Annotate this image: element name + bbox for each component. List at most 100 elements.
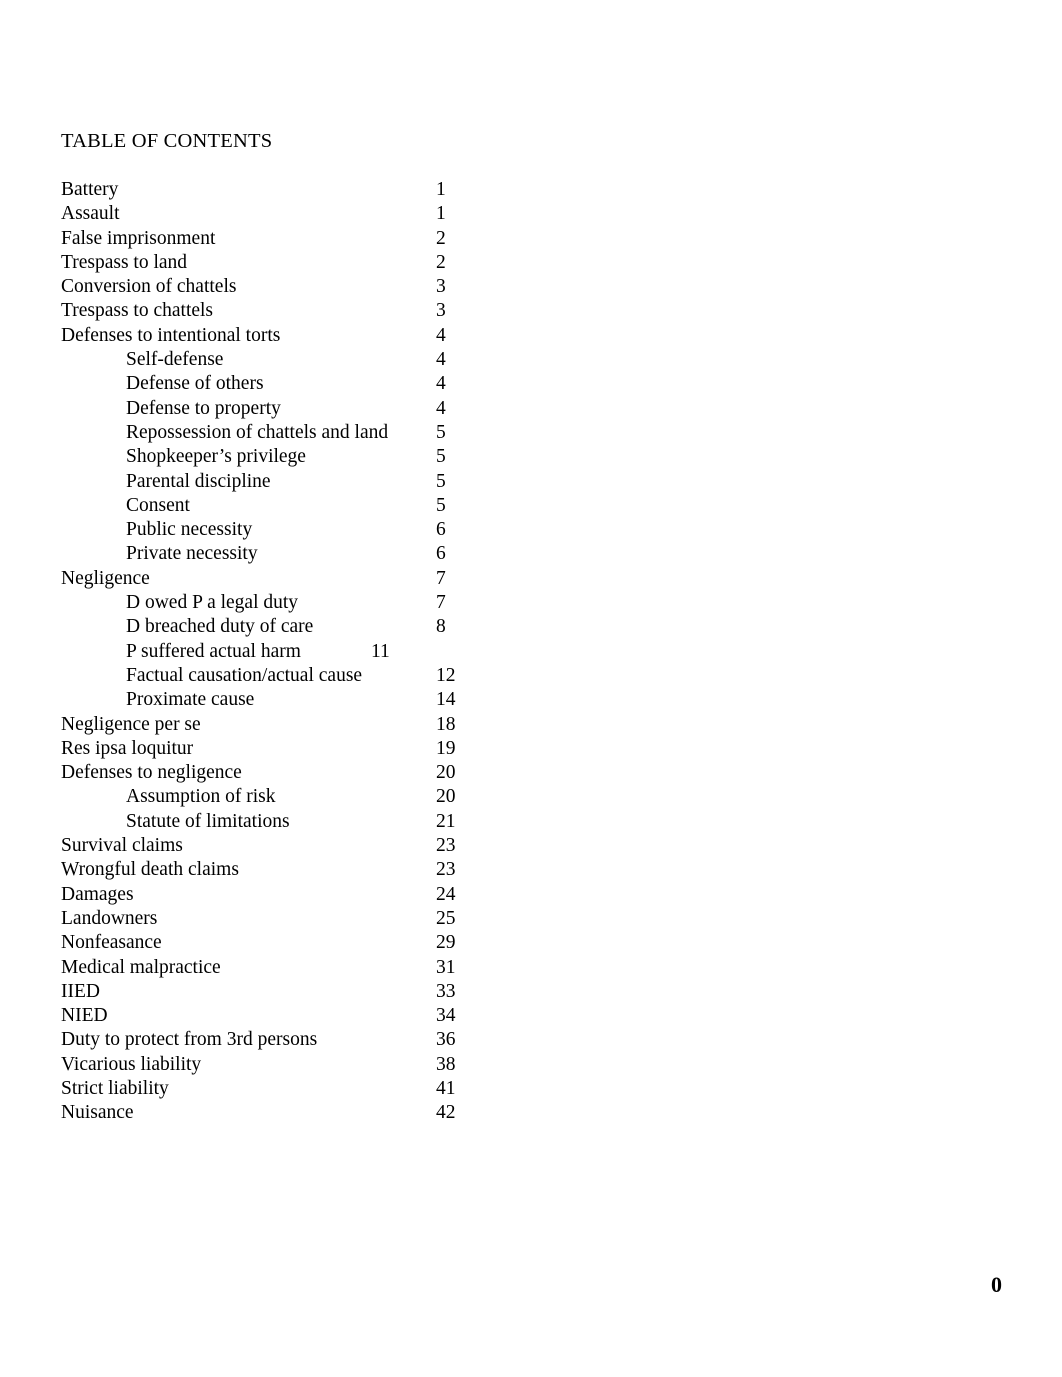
toc-entry[interactable]: Strict liability 41 <box>61 1077 461 1101</box>
toc-entry-label: Conversion of chattels <box>61 276 237 298</box>
toc-entry-label: Private necessity <box>126 543 258 565</box>
toc-entry[interactable]: Proximate cause 14 <box>61 688 461 712</box>
toc-entry-page-number: 1 <box>436 179 446 200</box>
toc-entry-label: Res ipsa loquitur <box>61 737 194 759</box>
toc-entry[interactable]: Conversion of chattels 3 <box>61 275 461 299</box>
toc-entry-label: Trespass to chattels <box>61 300 214 322</box>
toc-entry[interactable]: Negligence per se 18 <box>61 713 461 737</box>
footer-page-number: 0 <box>991 1272 1002 1297</box>
toc-entry-label: Assault <box>61 203 120 225</box>
toc-entry-label: Medical malpractice <box>61 956 221 978</box>
toc-entry-page-number: 3 <box>436 276 446 298</box>
toc-entry[interactable]: IIED 33 <box>61 980 461 1004</box>
toc-entry-label: Negligence per se <box>61 713 201 735</box>
toc-entry-label: Nuisance <box>61 1102 134 1124</box>
toc-entry[interactable]: D breached duty of care 8 <box>61 615 461 639</box>
toc-entry-label: Battery <box>61 179 119 200</box>
toc-entry[interactable]: D owed P a legal duty 7 <box>61 591 461 615</box>
toc-entry-page-number: 20 <box>436 762 456 784</box>
toc-entry-page-number: 42 <box>436 1102 456 1124</box>
toc-entry-page-number: 4 <box>436 324 446 346</box>
toc-entry[interactable]: Public necessity 6 <box>61 518 461 542</box>
toc-entry-page-number: 2 <box>436 251 446 273</box>
toc-entry[interactable]: Landowners 25 <box>61 907 461 931</box>
toc-entry[interactable]: Battery 1 <box>61 178 461 202</box>
toc-entry-label: Strict liability <box>61 1077 169 1099</box>
toc-entry-label: Nonfeasance <box>61 932 162 954</box>
toc-entry[interactable]: Duty to protect from 3rd persons 36 <box>61 1028 461 1052</box>
toc-entry-page-number: 4 <box>436 349 446 371</box>
toc-entry-page-number: 29 <box>436 932 456 954</box>
table-of-contents-list: Battery 1 Assault 1 False imprisonment 2 Tresp… <box>61 178 461 1126</box>
toc-entry-page-number: 5 <box>436 421 446 443</box>
toc-entry-label: Negligence <box>61 567 150 589</box>
toc-entry-label: NIED <box>61 1005 108 1027</box>
toc-entry-label: Parental discipline <box>126 470 271 492</box>
toc-entry-page-number: 4 <box>436 373 446 395</box>
toc-entry-page-number: 2 <box>436 227 446 249</box>
toc-entry[interactable]: Private necessity 6 <box>61 542 461 566</box>
toc-entry-page-number: 23 <box>436 835 456 857</box>
toc-entry-page-number: 4 <box>436 397 446 419</box>
toc-entry-label: Assumption of risk <box>126 786 276 808</box>
toc-entry[interactable]: Defenses to intentional torts 4 <box>61 324 461 348</box>
toc-entry-page-number: 14 <box>436 689 456 711</box>
toc-entry-page-number: 36 <box>436 1029 456 1051</box>
toc-entry-page-number: 8 <box>436 616 446 638</box>
toc-entry[interactable]: Nonfeasance 29 <box>61 931 461 955</box>
toc-entry-label: Proximate cause <box>126 689 255 711</box>
toc-entry-page-number: 7 <box>436 592 446 614</box>
page-title: TABLE OF CONTENTS <box>61 130 273 152</box>
toc-entry[interactable]: Res ipsa loquitur 19 <box>61 737 461 761</box>
toc-entry[interactable]: Factual causation/actual cause 12 <box>61 664 461 688</box>
toc-entry-page-number: 19 <box>436 737 456 759</box>
toc-entry-label: Trespass to land <box>61 251 188 273</box>
toc-entry-label: Defenses to intentional torts <box>61 324 281 346</box>
toc-entry[interactable]: Wrongful death claims 23 <box>61 858 461 882</box>
toc-entry-page-number: 18 <box>436 713 456 735</box>
toc-entry-label: Duty to protect from 3rd persons <box>61 1029 318 1051</box>
toc-entry-label: Factual causation/actual cause <box>126 664 363 686</box>
toc-entry[interactable]: Statute of limitations 21 <box>61 810 461 834</box>
toc-entry-page-number: 34 <box>436 1005 456 1027</box>
toc-entry[interactable]: Consent 5 <box>61 494 461 518</box>
toc-entry[interactable]: Repossession of chattels and land 5 <box>61 421 461 445</box>
toc-entry[interactable]: NIED 34 <box>61 1004 461 1028</box>
toc-entry[interactable]: Medical malpractice 31 <box>61 956 461 980</box>
toc-entry[interactable]: Trespass to land 2 <box>61 251 461 275</box>
toc-entry-label: Shopkeeper’s privilege <box>126 446 306 468</box>
toc-entry[interactable]: Parental discipline 5 <box>61 470 461 494</box>
toc-entry[interactable]: Vicarious liability 38 <box>61 1053 461 1077</box>
toc-entry[interactable]: Assault 1 <box>61 202 461 226</box>
toc-entry-page-number: 7 <box>436 567 446 589</box>
toc-entry-page-number: 5 <box>436 446 446 468</box>
toc-entry-label: Damages <box>61 883 134 905</box>
toc-entry-page-number: 21 <box>436 810 456 832</box>
toc-entry[interactable]: False imprisonment 2 <box>61 227 461 251</box>
toc-entry[interactable]: Self-defense 4 <box>61 348 461 372</box>
toc-entry-page-number: 12 <box>436 664 456 686</box>
toc-entry-label: Survival claims <box>61 835 183 857</box>
toc-entry-page-number: 5 <box>436 470 446 492</box>
toc-entry-label: Vicarious liability <box>61 1053 202 1075</box>
toc-entry-page-number: 6 <box>436 519 446 541</box>
toc-entry[interactable]: P suffered actual harm 11 <box>61 640 461 664</box>
toc-entry[interactable]: Assumption of risk 20 <box>61 785 461 809</box>
toc-entry[interactable]: Defense of others 4 <box>61 372 461 396</box>
toc-entry-label: Wrongful death claims <box>61 859 239 881</box>
toc-entry-page-number: 20 <box>436 786 456 808</box>
toc-entry[interactable]: Trespass to chattels 3 <box>61 299 461 323</box>
toc-entry-page-number: 24 <box>436 883 456 905</box>
toc-entry[interactable]: Negligence 7 <box>61 567 461 591</box>
toc-entry[interactable]: Nuisance 42 <box>61 1101 461 1125</box>
toc-entry[interactable]: Survival claims 23 <box>61 834 461 858</box>
toc-entry-page-number: 25 <box>436 907 456 929</box>
toc-entry[interactable]: Defense to property 4 <box>61 397 461 421</box>
toc-entry[interactable]: Defenses to negligence 20 <box>61 761 461 785</box>
toc-entry[interactable]: Damages 24 <box>61 883 461 907</box>
toc-entry-page-number: 6 <box>436 543 446 565</box>
document-page: TABLE OF CONTENTS Battery 1 Assault 1 False … <box>0 0 1062 1377</box>
toc-entry[interactable]: Shopkeeper’s privilege 5 <box>61 445 461 469</box>
toc-entry-page-number: 11 <box>371 640 390 662</box>
toc-entry-label: Public necessity <box>126 519 253 541</box>
